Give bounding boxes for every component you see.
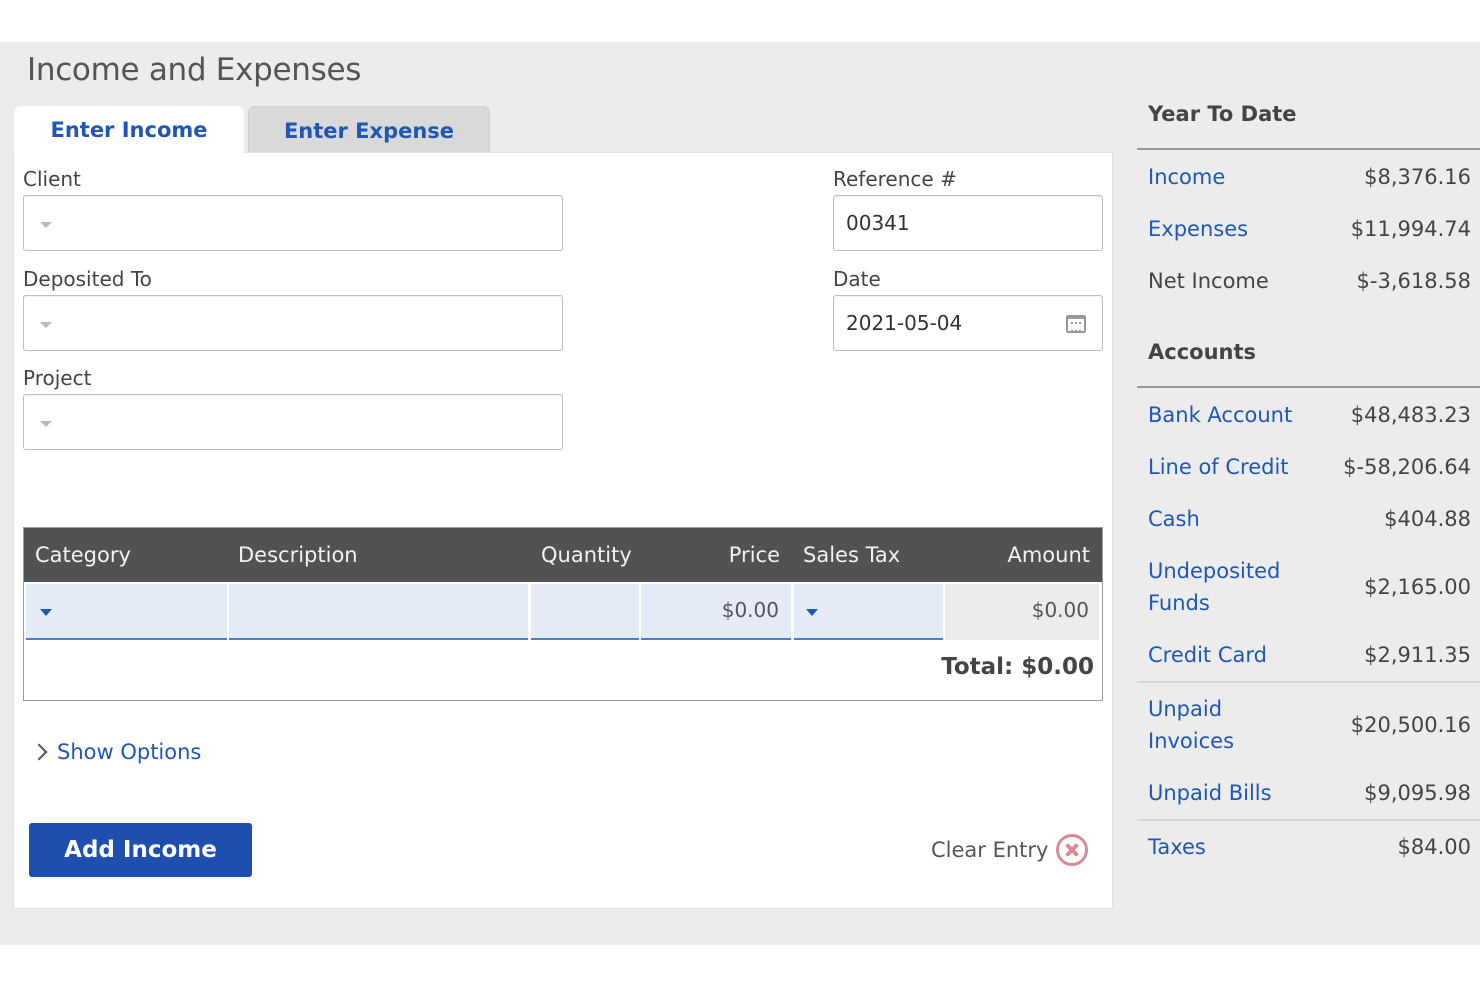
- clear-x-icon: [1056, 834, 1089, 866]
- dropdown-caret-icon: [40, 222, 52, 228]
- date-input[interactable]: 2021-05-04: [833, 295, 1103, 351]
- col-sales-tax: Sales Tax: [803, 543, 901, 567]
- account-value: $84.00: [1397, 835, 1471, 859]
- account-undeposited-funds[interactable]: Undeposited Funds: [1148, 555, 1298, 619]
- project-select[interactable]: [23, 394, 563, 450]
- ytd-income-link[interactable]: Income: [1148, 161, 1225, 193]
- account-value: $20,500.16: [1350, 713, 1471, 737]
- dropdown-caret-icon: [40, 421, 52, 427]
- reference-value: 00341: [846, 211, 910, 235]
- amount-cell: $0.00: [945, 584, 1099, 640]
- account-unpaid-invoices[interactable]: Unpaid Invoices: [1148, 693, 1268, 757]
- table-total: Total: $0.00: [941, 654, 1094, 680]
- line-items-table: Category Description Quantity Price Sale…: [23, 527, 1103, 701]
- deposited-to-label: Deposited To: [23, 267, 152, 291]
- year-to-date-heading: Year To Date: [1148, 102, 1297, 126]
- divider: [1137, 148, 1480, 150]
- clear-entry-button[interactable]: Clear Entry: [931, 834, 1089, 866]
- divider: [1137, 819, 1480, 821]
- show-options-label: Show Options: [57, 740, 202, 764]
- accounts-heading: Accounts: [1148, 340, 1257, 364]
- col-category: Category: [35, 543, 131, 567]
- ytd-expenses-value: $11,994.74: [1350, 217, 1471, 241]
- account-line-of-credit[interactable]: Line of Credit: [1148, 451, 1289, 483]
- tab-enter-income[interactable]: Enter Income: [14, 106, 244, 154]
- description-cell[interactable]: [229, 584, 528, 640]
- date-label: Date: [833, 267, 881, 291]
- ytd-income-value: $8,376.16: [1364, 165, 1471, 189]
- dropdown-caret-icon: [806, 609, 818, 616]
- dropdown-caret-icon: [40, 322, 52, 328]
- col-description: Description: [238, 543, 358, 567]
- col-quantity: Quantity: [541, 543, 632, 567]
- ytd-expenses-link[interactable]: Expenses: [1148, 213, 1248, 245]
- account-value: $9,095.98: [1364, 781, 1471, 805]
- col-amount: Amount: [1007, 543, 1090, 567]
- col-price: Price: [728, 543, 780, 567]
- page-title: Income and Expenses: [27, 52, 362, 88]
- date-value: 2021-05-04: [846, 311, 963, 335]
- project-label: Project: [23, 366, 92, 390]
- account-unpaid-bills[interactable]: Unpaid Bills: [1148, 777, 1272, 809]
- chevron-right-icon: [30, 743, 48, 761]
- table-header: Category Description Quantity Price Sale…: [24, 528, 1102, 582]
- calendar-icon[interactable]: [1066, 315, 1086, 333]
- clear-entry-label: Clear Entry: [931, 838, 1049, 862]
- show-options-link[interactable]: Show Options: [30, 740, 202, 764]
- sales-tax-cell[interactable]: [794, 584, 943, 640]
- account-value: $2,165.00: [1364, 575, 1471, 599]
- ytd-net-income-value: $-3,618.58: [1356, 269, 1471, 293]
- account-value: $48,483.23: [1350, 403, 1471, 427]
- deposited-to-select[interactable]: [23, 295, 563, 351]
- reference-label: Reference #: [833, 167, 957, 191]
- reference-input[interactable]: 00341: [833, 195, 1103, 251]
- divider: [1137, 386, 1480, 388]
- account-cash[interactable]: Cash: [1148, 503, 1200, 535]
- account-taxes[interactable]: Taxes: [1148, 831, 1206, 863]
- price-cell[interactable]: $0.00: [641, 584, 791, 640]
- quantity-cell[interactable]: [531, 584, 639, 640]
- dropdown-caret-icon: [40, 609, 52, 616]
- account-value: $404.88: [1384, 507, 1471, 531]
- client-label: Client: [23, 167, 81, 191]
- ytd-net-income-label: Net Income: [1148, 269, 1269, 293]
- price-value: $0.00: [721, 598, 779, 622]
- add-income-button[interactable]: Add Income: [29, 823, 252, 877]
- divider: [1137, 681, 1480, 683]
- category-cell[interactable]: [26, 584, 227, 640]
- account-value: $-58,206.64: [1343, 455, 1471, 479]
- client-select[interactable]: [23, 195, 563, 251]
- account-value: $2,911.35: [1364, 643, 1471, 667]
- account-credit-card[interactable]: Credit Card: [1148, 639, 1267, 671]
- account-bank-account[interactable]: Bank Account: [1148, 399, 1292, 431]
- tab-enter-expense[interactable]: Enter Expense: [248, 106, 490, 154]
- amount-value: $0.00: [1031, 598, 1089, 622]
